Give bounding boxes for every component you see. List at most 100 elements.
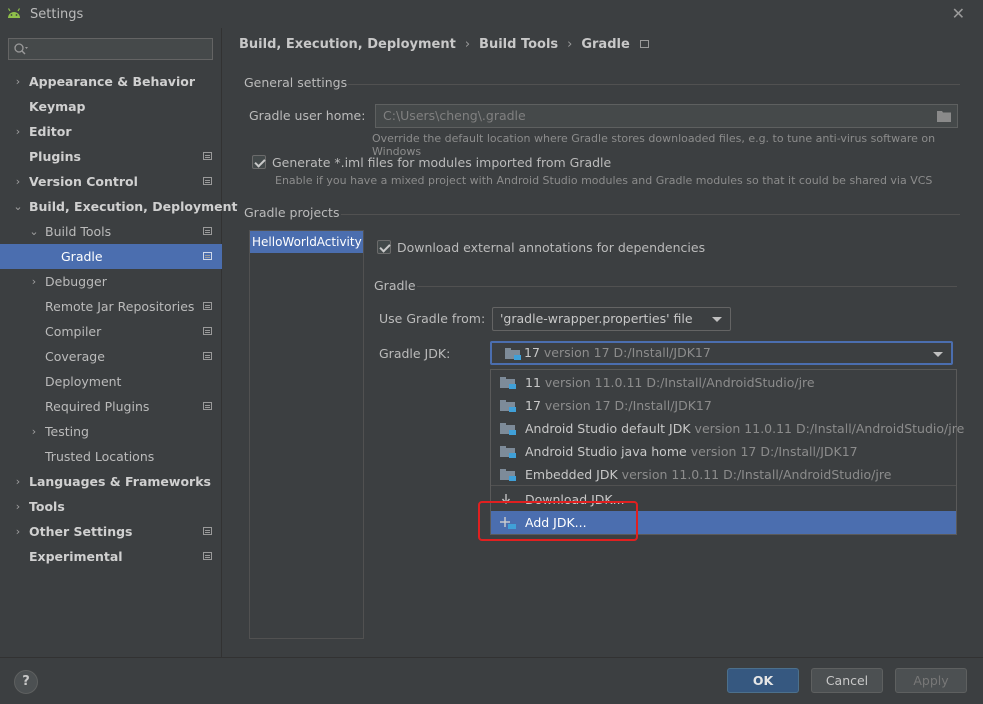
project-scope-icon bbox=[639, 40, 649, 48]
sidebar-item-label: Editor bbox=[29, 124, 72, 139]
sidebar-item-label: Build Tools bbox=[45, 224, 112, 239]
jdk-option[interactable]: Android Studio java home version 17 D:/I… bbox=[491, 440, 956, 463]
chevron-down-icon bbox=[933, 352, 943, 357]
sidebar-item[interactable]: › Debugger bbox=[0, 269, 222, 294]
folder-jdk-icon bbox=[500, 423, 516, 435]
use-gradle-from-select[interactable]: 'gradle-wrapper.properties' file bbox=[492, 307, 731, 331]
gradle-jdk-select[interactable]: 17 version 17 D:/Install/JDK17 bbox=[490, 341, 953, 365]
jdk-option[interactable]: 17 version 17 D:/Install/JDK17 bbox=[491, 394, 956, 417]
search-icon bbox=[14, 43, 28, 55]
chevron-right-icon[interactable]: › bbox=[13, 119, 23, 144]
sidebar-item-label: Build, Execution, Deployment bbox=[29, 199, 238, 214]
sidebar-item-label: Remote Jar Repositories bbox=[45, 299, 195, 314]
sidebar-item-label: Experimental bbox=[29, 549, 123, 564]
sidebar-item-label: Other Settings bbox=[29, 524, 133, 539]
project-scope-icon bbox=[203, 227, 212, 235]
dialog-button-bar: ? OK Cancel Apply bbox=[0, 657, 983, 704]
sidebar-item-label: Deployment bbox=[45, 374, 122, 389]
jdk-option-name: 11 bbox=[525, 375, 541, 390]
chevron-down-icon bbox=[712, 317, 722, 322]
sidebar-item[interactable]: Experimental bbox=[0, 544, 222, 569]
sidebar-item-label: Keymap bbox=[29, 99, 86, 114]
download-annotations-label: Download external annotations for depend… bbox=[397, 240, 706, 255]
project-scope-icon bbox=[203, 527, 212, 535]
sidebar-item-label: Debugger bbox=[45, 274, 107, 289]
window-title: Settings bbox=[30, 7, 84, 22]
sidebar-item[interactable]: Gradle bbox=[0, 244, 222, 269]
title-bar: Settings ✕ bbox=[0, 0, 983, 28]
folder-jdk-icon bbox=[500, 400, 516, 412]
project-scope-icon bbox=[203, 252, 212, 260]
sidebar-item[interactable]: Required Plugins bbox=[0, 394, 222, 419]
sidebar-item[interactable]: Trusted Locations bbox=[0, 444, 222, 469]
settings-tree: › Appearance & Behavior Keymap › Editor Plugi… bbox=[0, 69, 237, 569]
gradle-heading: Gradle bbox=[374, 278, 416, 293]
project-scope-icon bbox=[203, 302, 212, 310]
download-annotations-checkbox[interactable] bbox=[377, 240, 391, 254]
chevron-right-icon[interactable]: › bbox=[13, 169, 23, 194]
sidebar-item-label: Appearance & Behavior bbox=[29, 74, 195, 89]
sidebar-item[interactable]: Plugins bbox=[0, 144, 222, 169]
sidebar-item[interactable]: Keymap bbox=[0, 94, 222, 119]
gradle-jdk-name: 17 bbox=[524, 345, 540, 360]
close-icon[interactable]: ✕ bbox=[952, 4, 965, 23]
list-item[interactable]: HelloWorldActivity bbox=[250, 231, 363, 253]
divider bbox=[417, 286, 957, 287]
breadcrumb: Build, Execution, Deployment › Build Tools… bbox=[239, 37, 649, 52]
settings-sidebar: › Appearance & Behavior Keymap › Editor Plugi… bbox=[0, 28, 237, 657]
help-button[interactable]: ? bbox=[14, 670, 38, 694]
sidebar-item[interactable]: › Editor bbox=[0, 119, 222, 144]
generate-iml-checkbox[interactable] bbox=[252, 155, 266, 169]
sidebar-item[interactable]: › Version Control bbox=[0, 169, 222, 194]
chevron-right-icon[interactable]: › bbox=[13, 69, 23, 94]
project-scope-icon bbox=[203, 352, 212, 360]
jdk-option[interactable]: Embedded JDK version 11.0.11 D:/Install/… bbox=[491, 463, 956, 486]
project-scope-icon bbox=[203, 177, 212, 185]
sidebar-item[interactable]: ⌄ Build, Execution, Deployment bbox=[0, 194, 237, 219]
sidebar-item[interactable]: › Other Settings bbox=[0, 519, 222, 544]
sidebar-item-label: Version Control bbox=[29, 174, 138, 189]
breadcrumb-item[interactable]: Build, Execution, Deployment bbox=[239, 37, 456, 52]
breadcrumb-item[interactable]: Build Tools bbox=[479, 37, 558, 52]
jdk-option-detail: version 11.0.11 D:/Install/AndroidStudio… bbox=[621, 467, 892, 482]
gradle-user-home-label: Gradle user home: bbox=[249, 108, 366, 123]
folder-jdk-icon bbox=[500, 377, 516, 389]
sidebar-item[interactable]: › Tools bbox=[0, 494, 222, 519]
gradle-jdk-label: Gradle JDK: bbox=[379, 346, 451, 361]
gradle-jdk-detail: version 17 D:/Install/JDK17 bbox=[543, 345, 711, 360]
gradle-user-home-field[interactable]: C:\Users\cheng\.gradle bbox=[375, 104, 958, 128]
sidebar-item-label: Coverage bbox=[45, 349, 105, 364]
folder-jdk-icon bbox=[500, 446, 516, 458]
jdk-option-name: 17 bbox=[525, 398, 541, 413]
chevron-down-icon[interactable]: ⌄ bbox=[13, 194, 23, 219]
jdk-option-detail: version 17 D:/Install/JDK17 bbox=[544, 398, 712, 413]
chevron-right-icon[interactable]: › bbox=[29, 269, 39, 294]
generate-iml-hint: Enable if you have a mixed project with … bbox=[275, 174, 933, 187]
chevron-right-icon[interactable]: › bbox=[29, 419, 39, 444]
sidebar-item-label: Trusted Locations bbox=[45, 449, 155, 464]
sidebar-item[interactable]: Coverage bbox=[0, 344, 222, 369]
sidebar-item[interactable]: Remote Jar Repositories bbox=[0, 294, 222, 319]
gradle-projects-heading: Gradle projects bbox=[244, 205, 340, 220]
jdk-option[interactable]: 11 version 11.0.11 D:/Install/AndroidStu… bbox=[491, 371, 956, 394]
sidebar-item[interactable]: › Languages & Frameworks bbox=[0, 469, 222, 494]
apply-button[interactable]: Apply bbox=[895, 668, 967, 693]
search-input[interactable] bbox=[8, 38, 213, 60]
sidebar-item-label: Compiler bbox=[45, 324, 102, 339]
sidebar-item-label: Testing bbox=[45, 424, 89, 439]
sidebar-item[interactable]: ⌄ Build Tools bbox=[0, 219, 222, 244]
project-scope-icon bbox=[203, 152, 212, 160]
chevron-down-icon[interactable]: ⌄ bbox=[29, 219, 39, 244]
chevron-right-icon[interactable]: › bbox=[13, 494, 23, 519]
cancel-button[interactable]: Cancel bbox=[811, 668, 883, 693]
chevron-right-icon[interactable]: › bbox=[13, 469, 23, 494]
folder-browse-icon[interactable] bbox=[937, 110, 951, 122]
sidebar-item[interactable]: › Testing bbox=[0, 419, 222, 444]
chevron-right-icon[interactable]: › bbox=[13, 519, 23, 544]
ok-button[interactable]: OK bbox=[727, 668, 799, 693]
sidebar-item[interactable]: Deployment bbox=[0, 369, 222, 394]
sidebar-item[interactable]: Compiler bbox=[0, 319, 222, 344]
folder-jdk-icon bbox=[505, 348, 521, 360]
jdk-option[interactable]: Android Studio default JDK version 11.0.… bbox=[491, 417, 964, 440]
sidebar-item[interactable]: › Appearance & Behavior bbox=[0, 69, 222, 94]
